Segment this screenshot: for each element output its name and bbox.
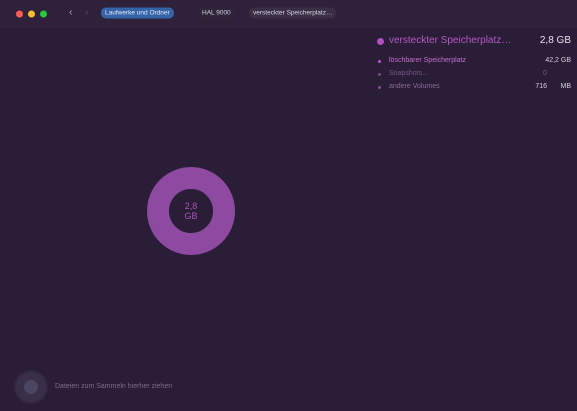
legend-row-other-volumes[interactable]: andere Volumes 716 MB <box>375 82 575 95</box>
donut-value: 2,8 <box>184 201 198 211</box>
chevron-left-icon[interactable]: ‹ <box>69 8 72 18</box>
donut-segment-marker <box>214 205 232 210</box>
legend-main-entry[interactable]: versteckter Speicherplatz… 2,8 GB <box>375 34 575 50</box>
title-bar: ‹ › Laufwerke und Ordner HAL 9000 verste… <box>0 0 577 28</box>
storage-legend: versteckter Speicherplatz… 2,8 GB löschb… <box>375 34 575 95</box>
drop-hint-text: Dateien zum Sammeln hierher ziehen <box>55 383 173 390</box>
legend-main-dot <box>377 38 384 45</box>
legend-rows: löschbarer Speicherplatz 42,2 GB Snapsho… <box>375 56 575 95</box>
legend-row-value: 716 <box>535 83 547 90</box>
legend-row-value: 0 <box>543 70 547 77</box>
legend-dot <box>378 86 381 89</box>
storage-donut-chart[interactable]: 2,8 GB <box>146 166 236 256</box>
breadcrumb-hal-9000[interactable]: HAL 9000 <box>198 7 235 19</box>
chevron-right-icon[interactable]: › <box>85 8 88 18</box>
minimize-window-button[interactable] <box>28 10 35 18</box>
collector-icon <box>24 380 38 394</box>
legend-row-value: 42,2 GB <box>545 57 571 64</box>
legend-row-unit: MB <box>560 83 572 90</box>
app-window: ‹ › Laufwerke und Ordner HAL 9000 verste… <box>0 0 577 411</box>
legend-main-value: 2,8 GB <box>539 35 571 46</box>
legend-row-purgeable[interactable]: löschbarer Speicherplatz 42,2 GB <box>375 56 575 69</box>
legend-dot <box>378 60 381 63</box>
legend-row-label: Snapshots… <box>389 70 430 77</box>
donut-center-label: 2,8 GB <box>146 166 236 256</box>
legend-row-snapshots[interactable]: Snapshots… 0 <box>375 69 575 82</box>
legend-dot <box>378 73 381 76</box>
close-window-button[interactable] <box>16 10 23 18</box>
breadcrumb-drives-folders[interactable]: Laufwerke und Ordner <box>101 7 174 19</box>
donut-unit: GB <box>184 211 198 221</box>
legend-row-label: andere Volumes <box>389 83 440 90</box>
maximize-window-button[interactable] <box>40 10 47 18</box>
breadcrumb-hidden-space[interactable]: versteckter Speicherplatz… <box>249 7 337 19</box>
legend-main-label: versteckter Speicherplatz… <box>389 35 512 46</box>
collector-drop-target[interactable] <box>16 372 46 402</box>
legend-row-label: löschbarer Speicherplatz <box>389 57 467 64</box>
